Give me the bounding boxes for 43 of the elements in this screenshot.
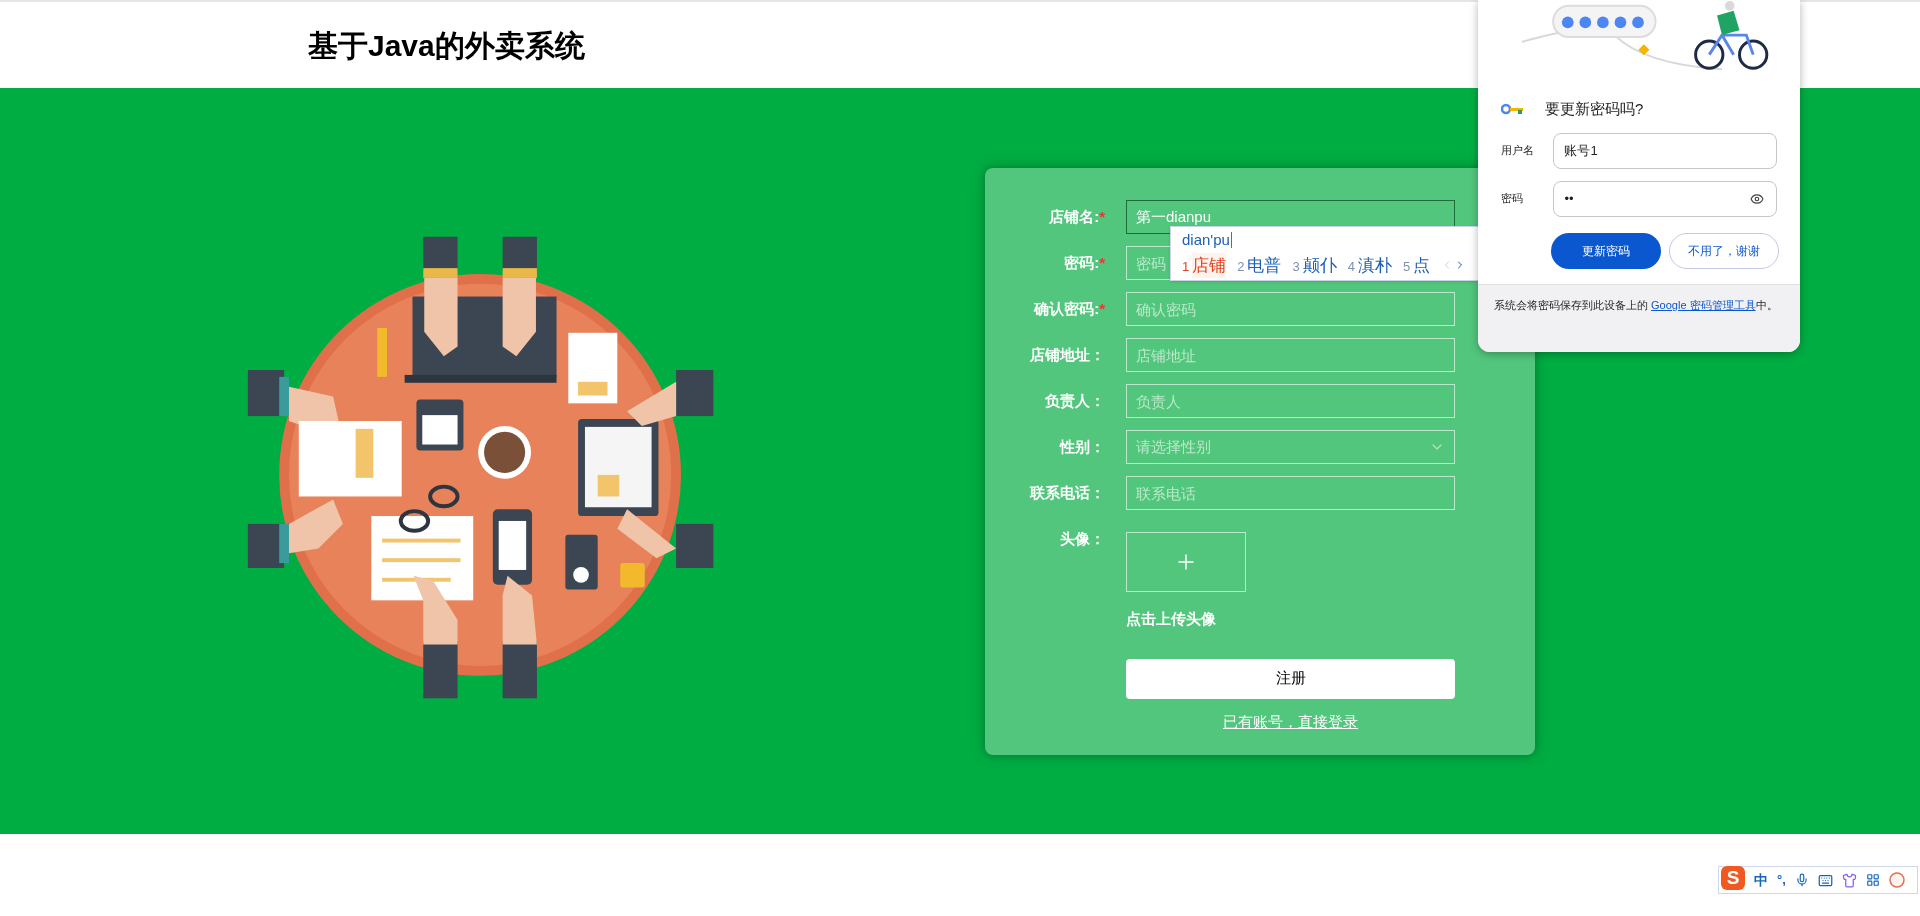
microphone-icon[interactable]	[1794, 873, 1809, 887]
field-label: 负责人：	[1045, 390, 1105, 411]
upload-caption: 点击上传头像	[1126, 609, 1217, 629]
field-label: 店铺名:	[1049, 206, 1100, 227]
decline-button[interactable]: 不用了，谢谢	[1669, 232, 1779, 269]
prompt-title: 要更新密码吗?	[1545, 99, 1644, 119]
password-label: 密码	[1501, 191, 1524, 207]
required-mark: *	[1099, 298, 1105, 319]
text-field[interactable]: 确认密码	[1126, 292, 1455, 326]
password-field[interactable]: ••	[1553, 180, 1777, 217]
text-field[interactable]: 联系电话	[1126, 476, 1455, 510]
field-label: 头像：	[1060, 528, 1105, 549]
update-password-button[interactable]: 更新密码	[1551, 232, 1661, 269]
register-button[interactable]: 注册	[1126, 658, 1455, 699]
text-field[interactable]: 负责人	[1126, 384, 1455, 418]
candidate-number: 4	[1347, 257, 1355, 276]
keyboard-icon[interactable]	[1817, 872, 1833, 888]
input-mode-toggle[interactable]: 中	[1754, 869, 1768, 891]
punctuation-toggle[interactable]: °,	[1777, 870, 1786, 890]
grid-icon[interactable]	[1865, 873, 1880, 887]
candidate-number: 5	[1402, 257, 1411, 276]
eye-icon[interactable]	[1750, 191, 1764, 206]
avatar-icon[interactable]	[1888, 872, 1905, 888]
required-mark: *	[1099, 252, 1105, 273]
field-label: 确认密码:	[1034, 298, 1100, 319]
candidate-number: 1	[1182, 257, 1190, 276]
ime-candidate[interactable]: 店铺	[1192, 252, 1227, 278]
field-label: 店铺地址：	[1030, 344, 1105, 365]
ime-logo[interactable]: S	[1721, 866, 1745, 890]
prompt-footer-text: 系统会将密码保存到此设备上的 Google 密码管理工具中。	[1494, 298, 1779, 313]
username-field[interactable]: 账号1	[1553, 132, 1777, 169]
candidate-number: 3	[1292, 257, 1300, 276]
shirt-icon[interactable]	[1841, 872, 1857, 888]
field-label: 密码:	[1064, 252, 1100, 273]
username-label: 用户名	[1501, 143, 1535, 159]
password-manager-link[interactable]: Google 密码管理工具	[1651, 299, 1756, 311]
text-field[interactable]: 店铺地址	[1126, 338, 1455, 372]
field-label: 联系电话：	[1030, 482, 1105, 503]
field-label: 性别：	[1060, 436, 1105, 457]
site-title: 基于Java的外卖系统	[308, 27, 585, 64]
key-icon	[1501, 103, 1525, 116]
required-mark: *	[1099, 206, 1105, 227]
candidate-number: 2	[1237, 257, 1245, 276]
